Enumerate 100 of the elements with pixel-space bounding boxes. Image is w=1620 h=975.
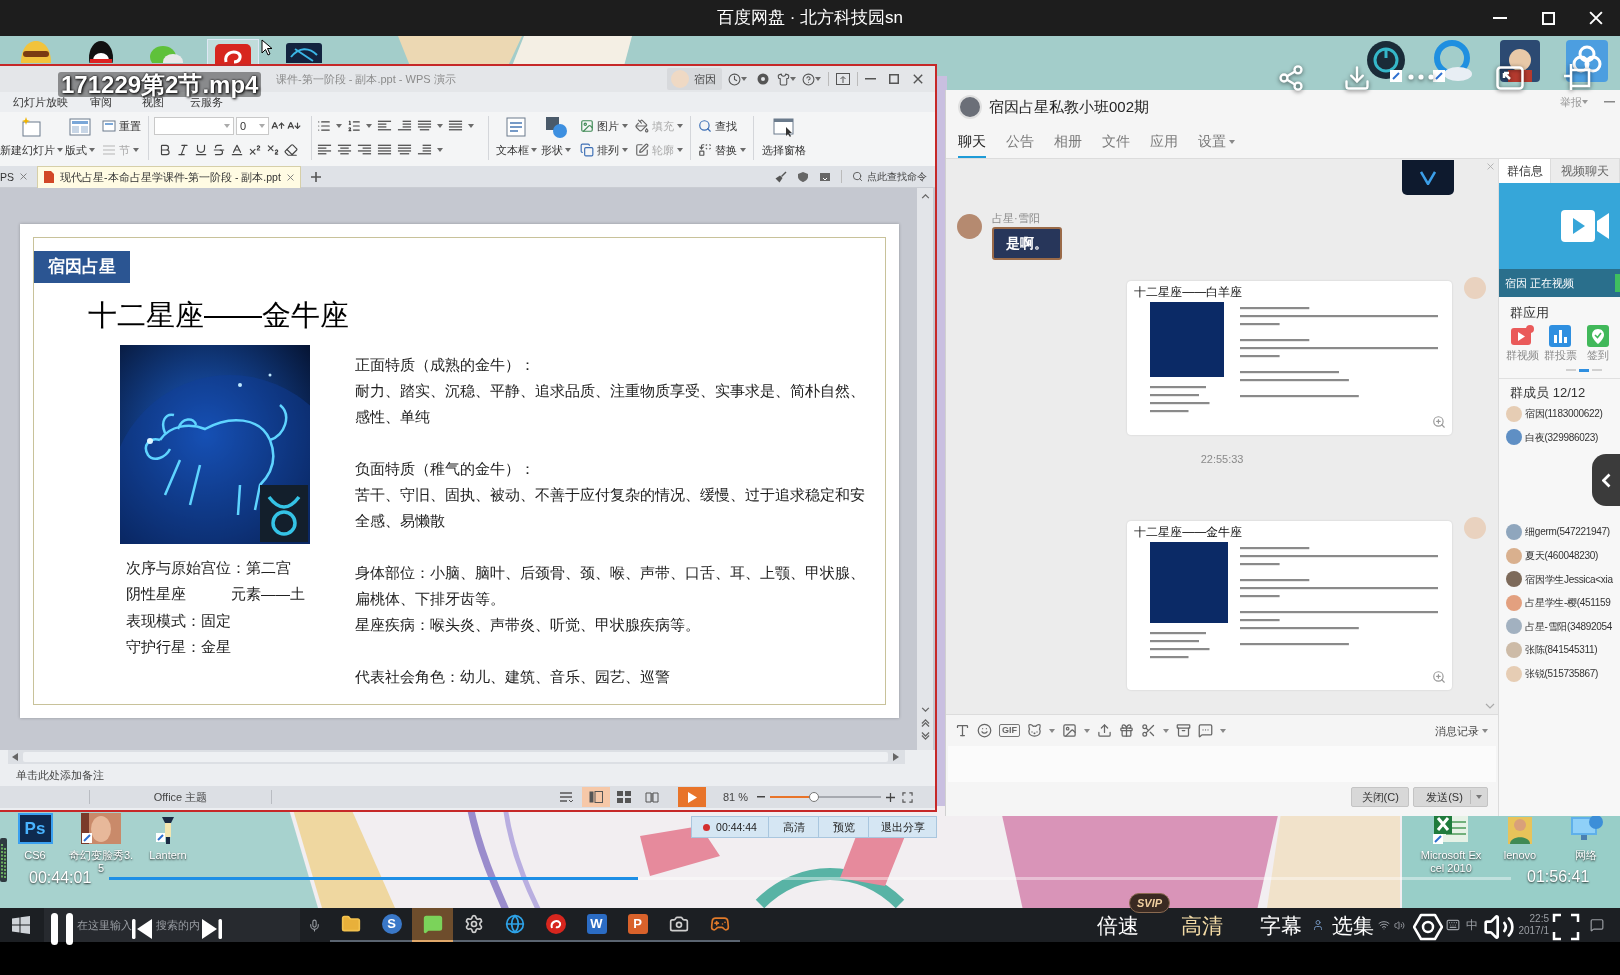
share-bar-button[interactable]: 高清 <box>769 817 819 837</box>
notes-placeholder[interactable]: 单击此处添加备注 <box>16 768 104 782</box>
playback-speed-button[interactable]: 倍速 <box>1097 914 1139 938</box>
outdent-icon[interactable] <box>377 120 392 132</box>
notification-icon[interactable] <box>1590 918 1604 932</box>
underline-icon[interactable] <box>194 143 208 157</box>
justify-icon[interactable] <box>377 144 392 156</box>
download-icon[interactable] <box>1343 64 1371 92</box>
close-tab-icon[interactable] <box>20 173 27 180</box>
align-right-icon[interactable] <box>357 144 372 156</box>
settings-icon[interactable] <box>1413 913 1443 941</box>
chat-tab[interactable]: 相册 <box>1054 128 1082 158</box>
member-row[interactable]: 夏天(460048230) <box>1499 543 1620 568</box>
episodes-button[interactable]: 选集 <box>1332 914 1374 938</box>
superscript-icon[interactable] <box>248 143 262 157</box>
video-call-panel[interactable]: 宿因 正在视频 <box>1499 183 1620 297</box>
scroll-down-icon[interactable] <box>920 707 930 712</box>
input-method-indicator[interactable]: 中 <box>1466 918 1478 932</box>
member-row[interactable]: 占星学生-樱(451159 <box>1499 590 1620 615</box>
video-quality-button[interactable]: 高清 <box>1181 914 1223 938</box>
bullet-list-icon[interactable] <box>317 119 331 133</box>
chat-tab[interactable]: 应用 <box>1150 128 1178 158</box>
gif-button[interactable]: GIF <box>999 724 1020 737</box>
chat-icon[interactable] <box>1198 723 1213 738</box>
zoom-in-icon[interactable] <box>886 792 896 802</box>
windows-logo-icon[interactable] <box>12 916 30 934</box>
maximize-icon[interactable] <box>889 74 899 84</box>
chat-tab[interactable]: 文件 <box>1102 128 1130 158</box>
command-search-field[interactable]: 点此查找命令 <box>852 169 927 184</box>
power-app-icon[interactable] <box>1366 40 1406 82</box>
font-icon[interactable] <box>955 723 970 738</box>
shield-icon[interactable] <box>797 170 809 183</box>
bold-icon[interactable] <box>158 143 172 157</box>
taskbar-search-field[interactable]: 在这里输入 搜索的内 <box>44 908 300 942</box>
circle-icon[interactable] <box>757 73 769 85</box>
find-button[interactable]: 查找 <box>696 116 748 136</box>
cloud-app-icon[interactable] <box>1431 40 1473 82</box>
numbered-list-icon[interactable] <box>347 119 361 133</box>
menu-item[interactable]: 幻灯片放映 <box>13 96 68 108</box>
upload-icon[interactable] <box>1097 723 1112 738</box>
fullscreen-icon[interactable] <box>1552 913 1580 941</box>
broom-icon[interactable] <box>775 170 787 183</box>
member-row[interactable]: 细germ(547221947) <box>1499 520 1620 544</box>
indent-icon[interactable] <box>397 120 412 132</box>
document-tab[interactable]: 现代占星-本命占星学课件-第一阶段 - 副本.ppt <box>37 165 301 188</box>
next-slide-icon[interactable] <box>920 732 930 740</box>
text-direction-icon[interactable] <box>448 120 463 132</box>
microphone-icon[interactable] <box>308 918 321 932</box>
align-center-icon[interactable] <box>337 144 352 156</box>
message-input-field[interactable] <box>948 746 1497 782</box>
arrange-button[interactable]: 排列 <box>578 140 630 160</box>
previous-slide-icon[interactable] <box>920 719 930 727</box>
shape-button[interactable]: 形状 <box>538 116 574 157</box>
picture-in-picture-icon[interactable] <box>1496 66 1524 90</box>
cloud-logo-icon[interactable] <box>1566 40 1608 82</box>
eraser-icon[interactable] <box>284 143 298 157</box>
previous-icon[interactable] <box>131 918 153 940</box>
new-tab-icon[interactable] <box>310 171 321 182</box>
photo-app-icon[interactable] <box>81 813 121 844</box>
emoji-icon[interactable] <box>977 723 992 738</box>
member-row[interactable]: 白夜(329986023) <box>1499 425 1620 450</box>
line-spacing-icon[interactable] <box>417 120 432 132</box>
slide-preview-card[interactable]: 十二星座——金牛座 <box>1127 521 1453 690</box>
italic-icon[interactable] <box>176 143 190 157</box>
tray-user-icon[interactable] <box>1312 919 1324 931</box>
minimize-icon[interactable] <box>865 78 876 80</box>
menu-item[interactable]: 云服务 <box>190 96 223 108</box>
keyboard-icon[interactable] <box>1446 918 1460 932</box>
menu-item[interactable]: 视图 <box>142 96 164 108</box>
menu-item[interactable]: 审阅 <box>90 96 112 108</box>
slide-preview-card[interactable]: 十二星座——白羊座 <box>1127 281 1453 435</box>
tray-volume-icon[interactable] <box>1394 919 1405 931</box>
history-button[interactable]: 消息记录 <box>1435 723 1489 738</box>
normal-view-icon[interactable] <box>582 787 610 807</box>
account-button[interactable]: 宿因 <box>667 68 722 90</box>
chat-tab[interactable]: 设置 <box>1198 128 1235 158</box>
scroll-left-icon[interactable] <box>12 753 18 761</box>
next-icon[interactable] <box>201 918 223 940</box>
notes-toggle-icon[interactable] <box>559 791 573 803</box>
archive-icon[interactable] <box>1176 723 1191 738</box>
replace-button[interactable]: 替换 <box>696 140 748 160</box>
image-icon[interactable] <box>1062 723 1077 738</box>
wifi-icon[interactable] <box>1378 919 1390 931</box>
chat-tab[interactable]: 公告 <box>1006 128 1034 158</box>
shirt-icon[interactable] <box>777 72 790 86</box>
member-row[interactable]: 张锐(515735867) <box>1499 661 1620 686</box>
font-name-field[interactable] <box>154 117 234 135</box>
text-box-button[interactable]: 文本框 <box>494 116 538 157</box>
member-row[interactable]: 张陈(841545311) <box>1499 638 1620 662</box>
cat-icon[interactable] <box>1027 723 1042 738</box>
dialog-button[interactable]: 发送(S) <box>1413 787 1489 807</box>
excel-icon[interactable] <box>1432 813 1470 844</box>
layout-button[interactable]: 版式 <box>62 116 98 157</box>
fit-window-icon[interactable] <box>902 791 914 803</box>
scroll-up-icon[interactable] <box>920 194 930 199</box>
picture-button[interactable]: 图片 <box>578 116 630 136</box>
selection-pane-button[interactable]: 选择窗格 <box>759 116 809 157</box>
scroll-right-icon[interactable] <box>893 753 899 761</box>
zoom-slider[interactable] <box>770 792 882 802</box>
share-bar-button[interactable]: 预览 <box>819 817 869 837</box>
